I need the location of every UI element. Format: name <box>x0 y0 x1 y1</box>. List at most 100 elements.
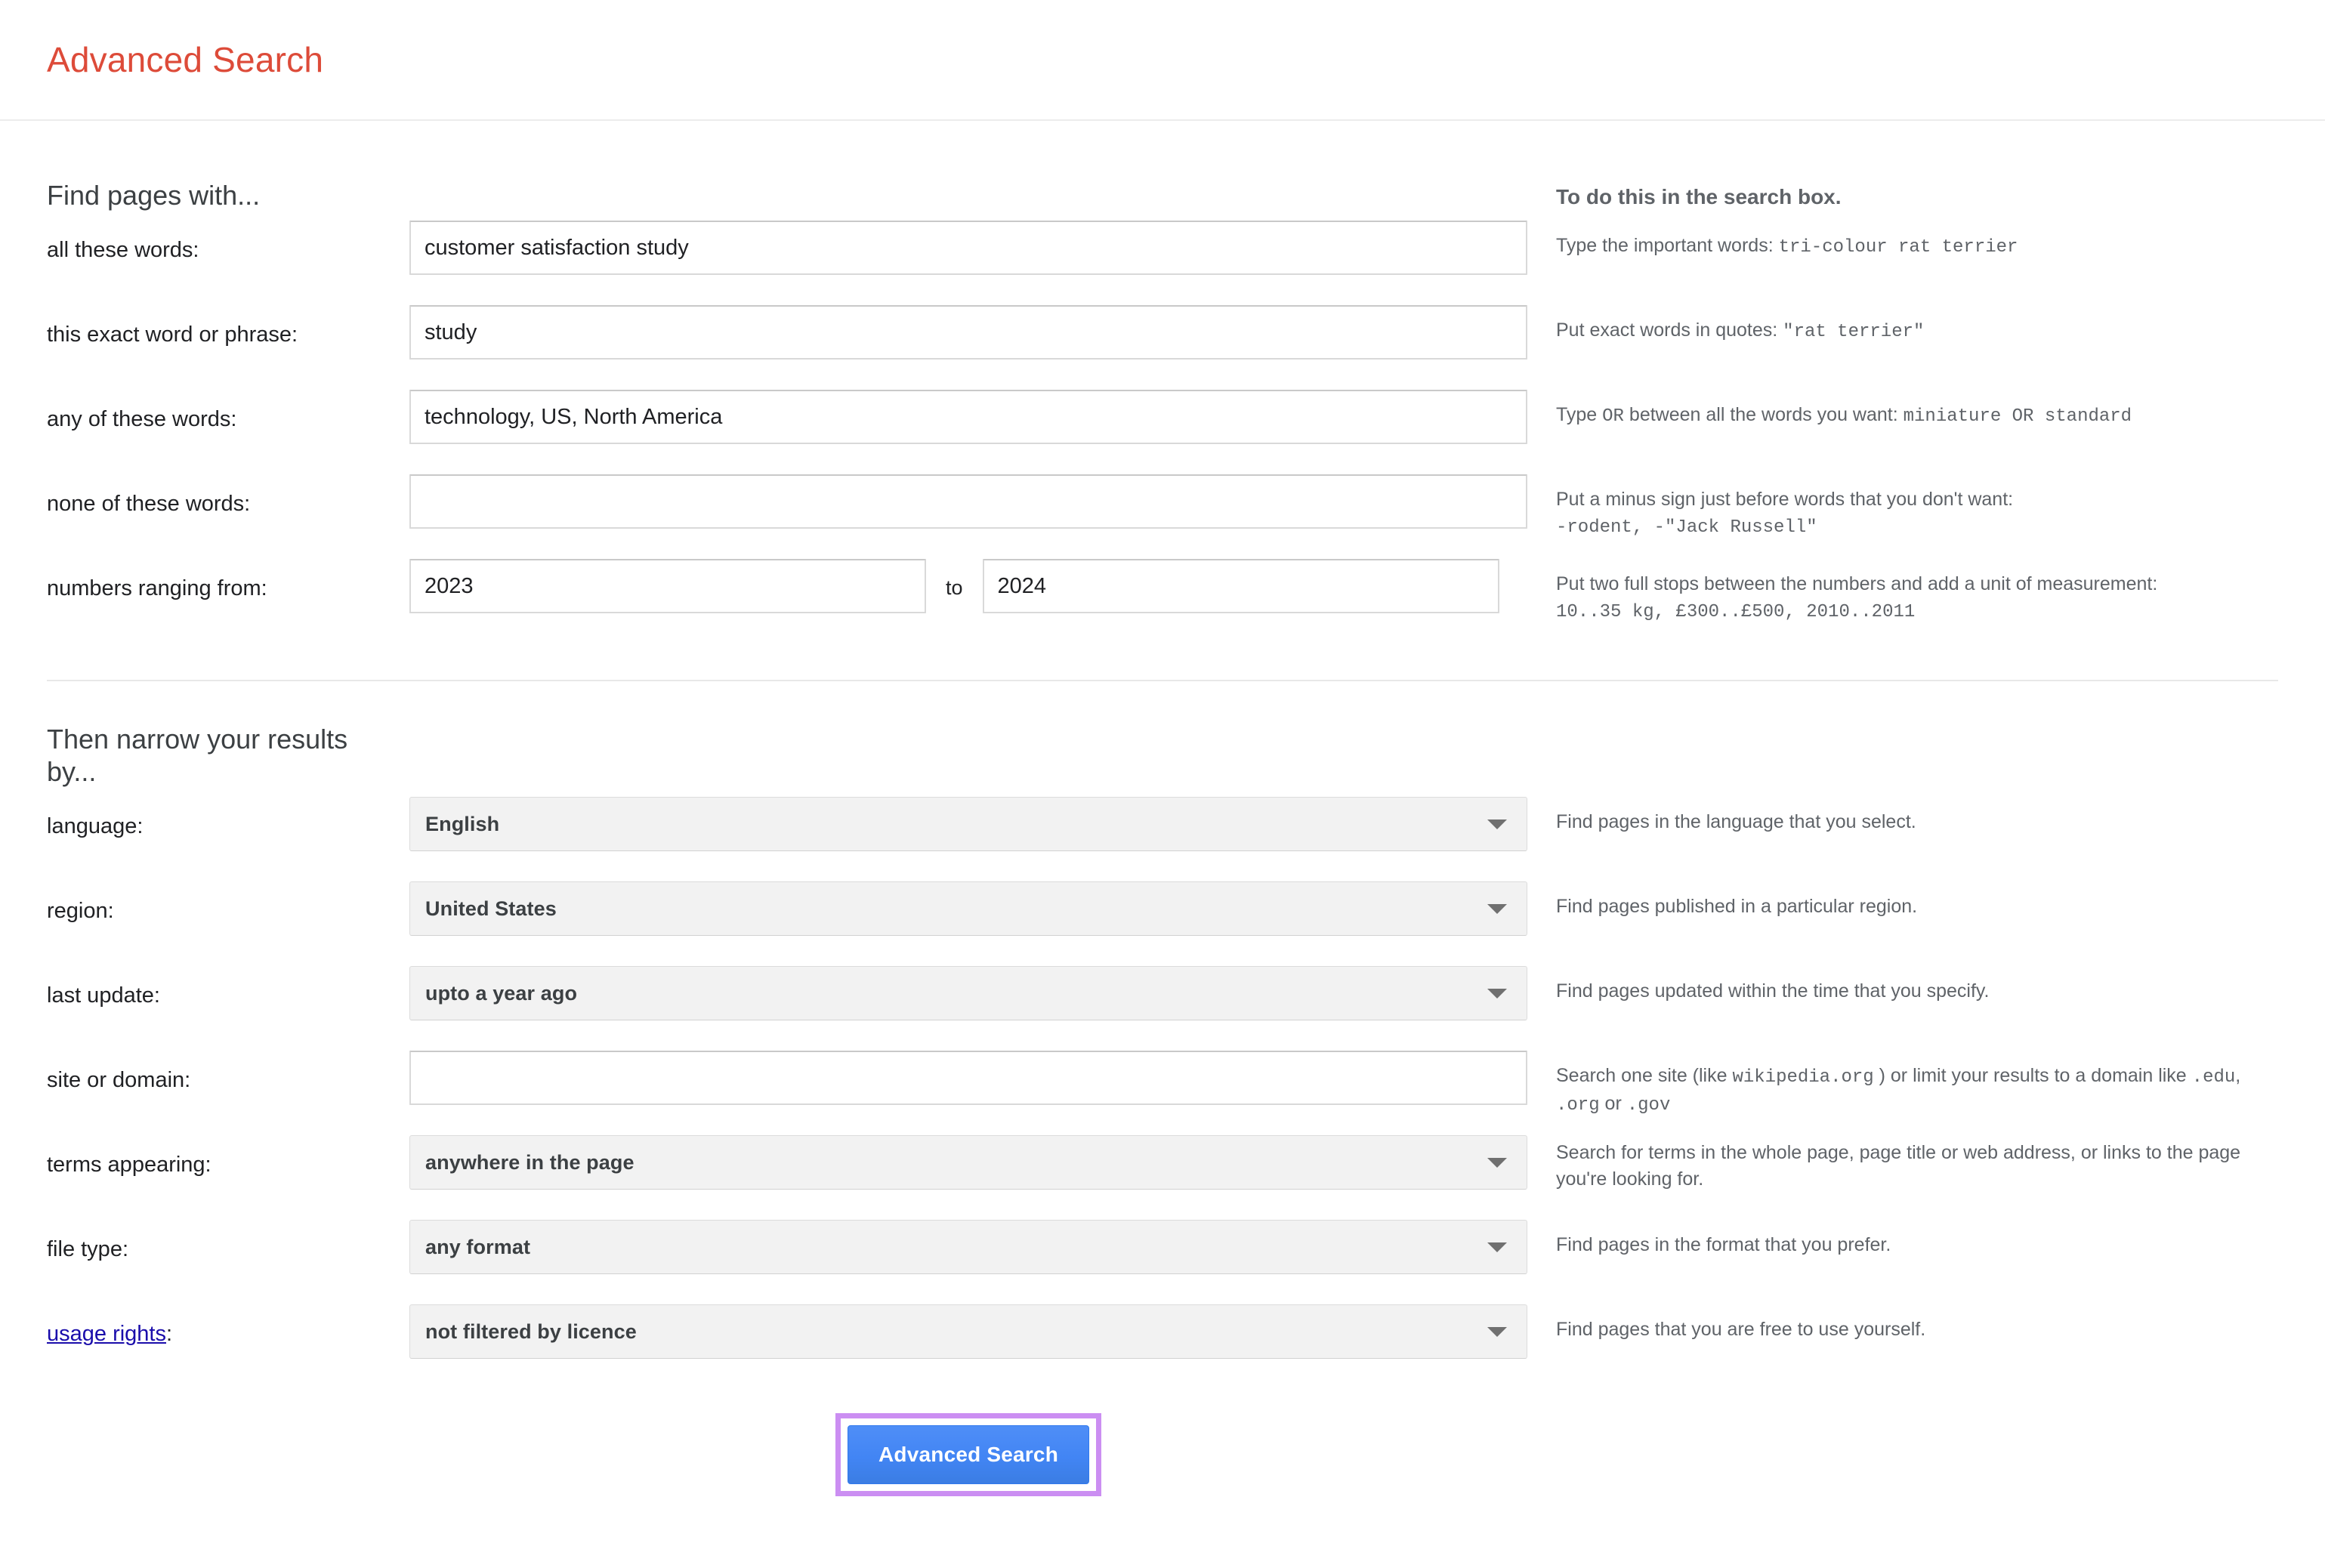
find-section-hint-cell: To do this in the search box. <box>1527 180 2278 210</box>
field-file-type: any format <box>409 1211 1527 1275</box>
hint-site-or-domain: Search one site (like wikipedia.org ) or… <box>1527 1042 2278 1117</box>
row-exact-phrase: this exact word or phrase: Put exact wor… <box>47 296 2278 381</box>
page-content: Find pages with... To do this in the sea… <box>0 121 2325 1497</box>
hint-any-of-these-words: Type OR between all the words you want: … <box>1527 381 2278 429</box>
language-select[interactable]: English <box>409 797 1527 852</box>
hint-text-d: or <box>1599 1092 1627 1114</box>
label-usage-rights: usage rights: <box>47 1295 409 1347</box>
terms-appearing-select-value: anywhere in the page <box>425 1150 635 1174</box>
exact-phrase-input[interactable] <box>409 305 1527 360</box>
usage-rights-select[interactable]: not filtered by licence <box>409 1304 1527 1360</box>
site-or-domain-input[interactable] <box>409 1051 1527 1106</box>
field-any-of-these-words <box>409 381 1527 445</box>
hint-all-these-words: Type the important words: tri-colour rat… <box>1527 211 2278 260</box>
field-region: United States <box>409 872 1527 937</box>
label-terms-appearing: terms appearing: <box>47 1153 212 1178</box>
submit-area: Advanced Search <box>47 1380 2278 1497</box>
hint-code-gov: .gov <box>1626 1094 1671 1116</box>
label-language: language: <box>47 814 144 839</box>
file-type-select[interactable]: any format <box>409 1220 1527 1275</box>
hint-file-type: Find pages in the format that you prefer… <box>1556 1234 1891 1256</box>
hint-region: Find pages published in a particular reg… <box>1556 896 1918 918</box>
field-site-or-domain <box>409 1042 1527 1106</box>
field-usage-rights: not filtered by licence <box>409 1295 1527 1360</box>
language-select-value: English <box>425 812 500 835</box>
hint-text-a: Search one site (like <box>1556 1065 1733 1087</box>
chevron-down-icon <box>1487 1326 1507 1337</box>
last-update-select-value: upto a year ago <box>425 981 578 1005</box>
any-of-these-words-input[interactable] <box>409 390 1527 445</box>
submit-wrap: Advanced Search <box>409 1413 1527 1497</box>
submit-spacer <box>47 1413 409 1496</box>
chevron-down-icon <box>1487 988 1507 999</box>
hint-usage-rights: Find pages that you are free to use your… <box>1556 1319 1926 1341</box>
last-update-select[interactable]: upto a year ago <box>409 966 1527 1021</box>
numbers-range-from-input[interactable] <box>409 559 926 614</box>
find-section-heading: Find pages with... <box>47 180 261 211</box>
label-none-of-these-words: none of these words: <box>47 492 251 517</box>
hint-none-of-these-words: Put a minus sign just before words that … <box>1527 465 2278 540</box>
region-select-value: United States <box>425 897 557 920</box>
chevron-down-icon <box>1487 1242 1507 1252</box>
page-header: Advanced Search <box>0 0 2325 121</box>
label-site-or-domain: site or domain: <box>47 1068 191 1093</box>
field-language: English <box>409 788 1527 852</box>
field-numbers-range: to <box>409 550 1527 614</box>
usage-rights-label-suffix: : <box>166 1322 173 1347</box>
row-region: region: United States Find pages publish… <box>47 872 2278 957</box>
label-exact-phrase: this exact word or phrase: <box>47 323 298 347</box>
narrow-section-heading: Then narrow your results by... <box>47 724 348 787</box>
hint-language: Find pages in the language that you sele… <box>1556 811 1916 833</box>
chevron-down-icon <box>1487 903 1507 914</box>
advanced-search-button[interactable]: Advanced Search <box>848 1425 1089 1485</box>
find-section-hint-heading: To do this in the search box. <box>1556 185 1842 208</box>
hint-text: Put two full stops between the numbers a… <box>1556 573 2158 595</box>
row-all-these-words: all these words: Type the important word… <box>47 211 2278 296</box>
hint-numbers-range: Put two full stops between the numbers a… <box>1527 550 2278 625</box>
field-last-update: upto a year ago <box>409 957 1527 1021</box>
row-numbers-range: numbers ranging from: to Put two full st… <box>47 550 2278 634</box>
hint-code: tri-colour rat terrier <box>1778 237 2018 258</box>
hint-code: 10..35 kg, £300..£500, 2010..2011 <box>1556 601 1916 622</box>
row-site-or-domain: site or domain: Search one site (like wi… <box>47 1042 2278 1126</box>
none-of-these-words-input[interactable] <box>409 474 1527 529</box>
usage-rights-select-value: not filtered by licence <box>425 1320 637 1343</box>
hint-text-c: , <box>2235 1065 2241 1087</box>
label-any-of-these-words: any of these words: <box>47 407 237 432</box>
narrow-section-header: Then narrow your results by... <box>47 681 2278 788</box>
row-last-update: last update: upto a year ago Find pages … <box>47 957 2278 1042</box>
submit-highlight-ring: Advanced Search <box>835 1413 1101 1497</box>
hint-text-mid: between all the words you want: <box>1623 404 1904 426</box>
hint-text: Put exact words in quotes: <box>1556 319 1783 341</box>
hint-code: "rat terrier" <box>1783 322 1925 343</box>
row-any-of-these-words: any of these words: Type OR between all … <box>47 381 2278 465</box>
hint-text: Type <box>1556 404 1603 426</box>
row-terms-appearing: terms appearing: anywhere in the page Se… <box>47 1126 2278 1211</box>
file-type-select-value: any format <box>425 1235 531 1258</box>
hint-text: Type the important words: <box>1556 235 1779 257</box>
field-terms-appearing: anywhere in the page <box>409 1126 1527 1190</box>
hint-code-org: .org <box>1556 1094 1600 1116</box>
hint-code: -rodent, -"Jack Russell" <box>1556 517 1817 538</box>
usage-rights-link[interactable]: usage rights <box>47 1322 166 1346</box>
terms-appearing-select[interactable]: anywhere in the page <box>409 1135 1527 1190</box>
row-language: language: English Find pages in the lang… <box>47 788 2278 872</box>
hint-text: Put a minus sign just before words that … <box>1556 489 2014 511</box>
chevron-down-icon <box>1487 819 1507 829</box>
numbers-range-separator: to <box>946 576 963 599</box>
numbers-range-to-input[interactable] <box>982 559 1499 614</box>
row-file-type: file type: any format Find pages in the … <box>47 1211 2278 1295</box>
page-title: Advanced Search <box>47 40 324 79</box>
hint-code-or: OR <box>1602 406 1624 427</box>
all-these-words-input[interactable] <box>409 221 1527 276</box>
hint-last-update: Find pages updated within the time that … <box>1556 980 1990 1002</box>
field-none-of-these-words <box>409 465 1527 529</box>
field-all-these-words <box>409 211 1527 276</box>
hint-code-example: miniature OR standard <box>1903 406 2132 427</box>
field-exact-phrase <box>409 296 1527 360</box>
region-select[interactable]: United States <box>409 881 1527 937</box>
row-usage-rights: usage rights: not filtered by licence Fi… <box>47 1295 2278 1380</box>
narrow-section-heading-cell: Then narrow your results by... <box>47 724 409 788</box>
hint-terms-appearing: Search for terms in the whole page, page… <box>1556 1142 2241 1190</box>
label-file-type: file type: <box>47 1237 128 1262</box>
